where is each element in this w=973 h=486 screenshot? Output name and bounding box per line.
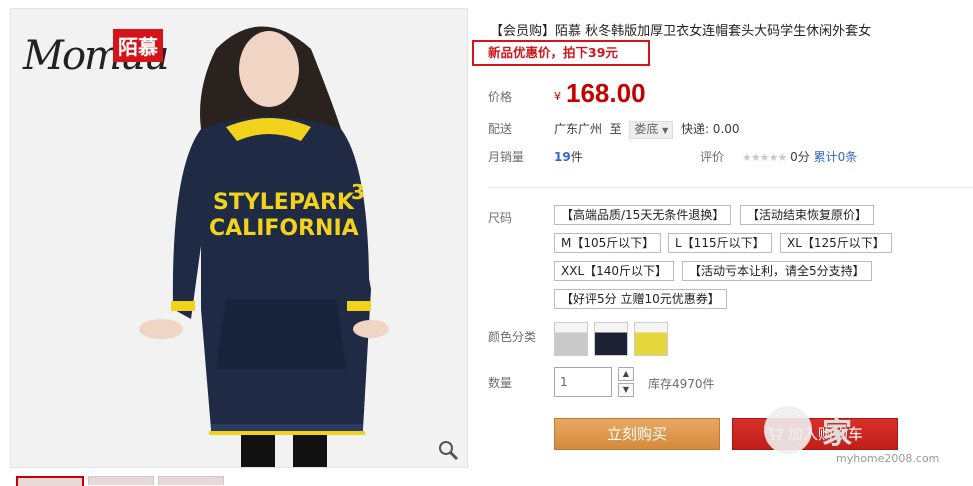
size-label: 尺码	[488, 211, 513, 225]
quantity-label: 数量	[488, 376, 513, 390]
size-option[interactable]: 【活动结束恢复原价】	[740, 205, 875, 225]
sales-unit: 件	[570, 150, 583, 164]
destination-select[interactable]: 娄底 ▼	[629, 121, 674, 139]
price-label: 价格	[488, 90, 513, 104]
zoom-icon[interactable]	[437, 439, 459, 461]
rating-label: 评价	[700, 150, 725, 164]
main-product-image[interactable]: STYLEPARK CALIFORNIA 3 Momuu 陌慕	[10, 8, 468, 468]
thumbnail[interactable]	[16, 476, 84, 486]
sales-label: 月销量	[488, 150, 525, 164]
size-option[interactable]: L【115斤以下】	[668, 233, 772, 253]
sales-info: 19件	[554, 148, 583, 165]
size-option[interactable]: XL【125斤以下】	[780, 233, 892, 253]
destination-value: 娄底	[634, 122, 659, 136]
quantity-increase-button[interactable]: ▲	[618, 367, 634, 381]
price-value: 168.00	[566, 78, 646, 108]
ship-to-word: 至	[609, 122, 622, 136]
size-option[interactable]: 【活动亏本让利，请全5分支持】	[682, 261, 872, 281]
buy-now-button[interactable]: 立刻购买	[554, 418, 720, 450]
size-option[interactable]: 【高端品质/15天无条件退换】	[554, 205, 732, 225]
brand-logo: Momuu 陌慕	[21, 23, 191, 83]
reviews-link[interactable]: 累计0条	[814, 150, 858, 164]
size-option[interactable]: XXL【140斤以下】	[554, 261, 675, 281]
currency-symbol: ¥	[554, 90, 561, 103]
watermark-text: 家	[822, 416, 852, 451]
product-gallery: STYLEPARK CALIFORNIA 3 Momuu 陌慕	[0, 0, 470, 486]
svg-text:CALIFORNIA: CALIFORNIA	[209, 216, 359, 241]
size-option[interactable]: M【105斤以下】	[554, 233, 662, 253]
rating-score: 0分	[790, 150, 810, 164]
rating-stars-icon: ★★★★★	[742, 151, 787, 164]
brand-cn-badge: 陌慕	[113, 29, 163, 62]
express-fee: 快递: 0.00	[680, 122, 740, 136]
color-swatch-yellow[interactable]	[634, 322, 668, 356]
shipping-info: 广东广州 至 娄底 ▼ 快递: 0.00	[554, 120, 740, 139]
color-swatch-navy[interactable]	[594, 322, 628, 356]
color-swatch-grey[interactable]	[554, 322, 588, 356]
divider	[488, 187, 973, 188]
watermark-url: myhome2008.com	[836, 452, 940, 465]
quantity-decrease-button[interactable]: ▼	[618, 383, 634, 397]
site-watermark: 家 myhome2008.com	[756, 398, 971, 478]
promo-banner: 新品优惠价，拍下39元	[472, 40, 650, 66]
product-title: 【会员购】陌慕 秋冬韩版加厚卫衣女连帽套头大码学生休闲外套女	[490, 24, 872, 39]
sales-count: 19	[554, 150, 571, 164]
rating-info: ★★★★★ 0分 累计0条	[742, 148, 857, 165]
chevron-down-icon: ▼	[662, 126, 669, 135]
watermark-logo-icon	[764, 406, 812, 454]
svg-text:STYLEPARK: STYLEPARK	[213, 190, 355, 215]
ship-from: 广东广州	[554, 122, 603, 136]
shipping-label: 配送	[488, 122, 513, 136]
quantity-input[interactable]: 1	[554, 367, 612, 397]
svg-text:3: 3	[351, 180, 365, 204]
size-option[interactable]: 【好评5分 立赠10元优惠券】	[554, 289, 727, 309]
color-label: 颜色分类	[488, 330, 537, 344]
stock-info: 库存4970件	[648, 377, 715, 391]
